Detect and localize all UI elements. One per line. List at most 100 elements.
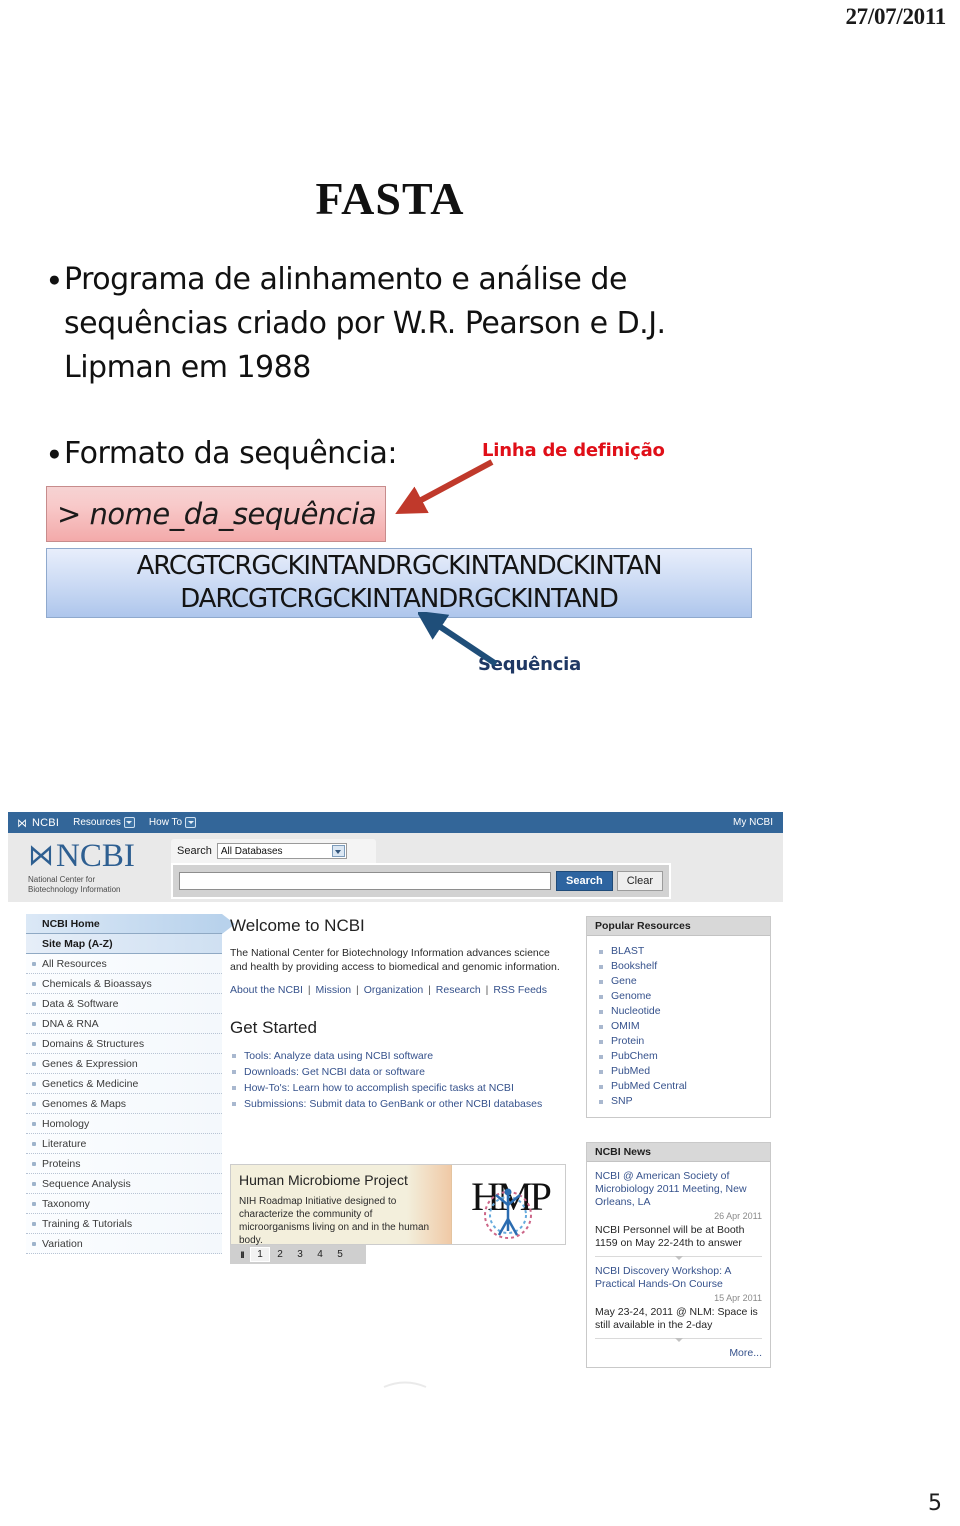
carousel-navigation[interactable]: II 12345 bbox=[230, 1245, 366, 1264]
popular-resource-snp[interactable]: SNP bbox=[595, 1094, 762, 1109]
about-link-rss-feeds[interactable]: RSS Feeds bbox=[493, 984, 547, 996]
carousel-description: NIH Roadmap Initiative designed to chara… bbox=[239, 1196, 430, 1246]
sidebar-item-label: All Resources bbox=[42, 957, 107, 970]
carousel-pages: 12345 bbox=[250, 1247, 350, 1262]
carousel-page-3[interactable]: 3 bbox=[290, 1247, 310, 1262]
welcome-heading: Welcome to NCBI bbox=[230, 916, 365, 935]
sidebar-item-domains-structures[interactable]: Domains & Structures bbox=[26, 1034, 222, 1054]
fasta-sequence-line-2: DARCGTCRGCKINTANDRGCKINTAND bbox=[180, 584, 619, 614]
chevron-down-icon bbox=[123, 817, 135, 828]
carousel-page-2[interactable]: 2 bbox=[270, 1247, 290, 1262]
get-started-item[interactable]: Downloads: Get NCBI data or software bbox=[230, 1064, 570, 1080]
sidebar-item-sequence-analysis[interactable]: Sequence Analysis bbox=[26, 1174, 222, 1194]
about-link-organization[interactable]: Organization bbox=[364, 984, 424, 996]
fasta-sequence-line-1: ARCGTCRGCKINTANDRGCKINTANDCKINTAN bbox=[136, 551, 663, 581]
about-link-research[interactable]: Research bbox=[436, 984, 481, 996]
sidebar-item-label: Taxonomy bbox=[42, 1197, 90, 1210]
carousel-title: Human Microbiome Project bbox=[239, 1172, 408, 1188]
about-links-row: About the NCBI | Mission | Organization … bbox=[230, 984, 570, 996]
sidebar-item-all-resources[interactable]: All Resources bbox=[26, 954, 222, 974]
fasta-sequence-box: ARCGTCRGCKINTANDRGCKINTANDCKINTAN DARCGT… bbox=[46, 548, 752, 618]
popular-resource-pubmed[interactable]: PubMed bbox=[595, 1064, 762, 1079]
bullet-text-2: Formato da sequência: bbox=[64, 436, 398, 471]
news-headline[interactable]: NCBI Discovery Workshop: A Practical Han… bbox=[595, 1265, 762, 1291]
sidebar-item-label: Genes & Expression bbox=[42, 1057, 138, 1070]
my-ncbi-link[interactable]: My NCBI bbox=[733, 817, 773, 828]
topbar-how-to-label: How To bbox=[148, 817, 183, 828]
bullet-text-1: Programa de alinhamento e análise de seq… bbox=[64, 262, 666, 385]
news-headline[interactable]: NCBI @ American Society of Microbiology … bbox=[595, 1170, 762, 1209]
popular-resource-gene[interactable]: Gene bbox=[595, 974, 762, 989]
news-more-link[interactable]: More... bbox=[595, 1347, 762, 1359]
sidebar-item-genomes-maps[interactable]: Genomes & Maps bbox=[26, 1094, 222, 1114]
about-link-mission[interactable]: Mission bbox=[316, 984, 352, 996]
get-started-item[interactable]: How-To's: Learn how to accomplish specif… bbox=[230, 1080, 570, 1096]
sidebar-item-taxonomy[interactable]: Taxonomy bbox=[26, 1194, 222, 1214]
popular-resource-blast[interactable]: BLAST bbox=[595, 944, 762, 959]
ncbi-news-list: NCBI @ American Society of Microbiology … bbox=[587, 1162, 770, 1367]
homepage-carousel[interactable]: Human Microbiome Project NIH Roadmap Ini… bbox=[230, 1164, 566, 1246]
sidebar-item-homology[interactable]: Homology bbox=[26, 1114, 222, 1134]
get-started-item[interactable]: Submissions: Submit data to GenBank or o… bbox=[230, 1096, 570, 1112]
ncbi-tagline-line2: Biotechnology Information bbox=[28, 885, 121, 894]
popular-resource-genome[interactable]: Genome bbox=[595, 989, 762, 1004]
topbar-resources-label: Resources bbox=[73, 817, 121, 828]
get-started-list: Tools: Analyze data using NCBI software D… bbox=[230, 1048, 570, 1112]
sidebar-item-genes-expression[interactable]: Genes & Expression bbox=[26, 1054, 222, 1074]
ncbi-dna-logo-icon: ⋈ bbox=[17, 815, 27, 830]
carousel-page-1[interactable]: 1 bbox=[250, 1247, 270, 1262]
sidebar-item-variation[interactable]: Variation bbox=[26, 1234, 222, 1254]
popular-resource-pubchem[interactable]: PubChem bbox=[595, 1049, 762, 1064]
ncbi-tagline: National Center for Biotechnology Inform… bbox=[28, 875, 148, 895]
carousel-page-5[interactable]: 5 bbox=[330, 1247, 350, 1262]
get-started-item[interactable]: Tools: Analyze data using NCBI software bbox=[230, 1048, 570, 1064]
sidebar-item-site-map-a-z[interactable]: Site Map (A-Z) bbox=[26, 934, 222, 954]
carousel-page-4[interactable]: 4 bbox=[310, 1247, 330, 1262]
popular-resource-bookshelf[interactable]: Bookshelf bbox=[595, 959, 762, 974]
topbar-resources-menu[interactable]: Resources bbox=[73, 817, 135, 828]
sidebar-item-proteins[interactable]: Proteins bbox=[26, 1154, 222, 1174]
sidebar-item-genetics-medicine[interactable]: Genetics & Medicine bbox=[26, 1074, 222, 1094]
about-link-about-the-ncbi[interactable]: About the NCBI bbox=[230, 984, 303, 996]
sidebar-item-ncbi-home[interactable]: NCBI Home bbox=[26, 914, 235, 934]
sidebar-item-data-software[interactable]: Data & Software bbox=[26, 994, 222, 1014]
search-database-tab: Search All Databases bbox=[171, 839, 376, 863]
fasta-definition-line-value: > nome_da_sequência bbox=[57, 497, 377, 531]
popular-resource-protein[interactable]: Protein bbox=[595, 1034, 762, 1049]
decorative-arc bbox=[383, 1381, 427, 1388]
sidebar-item-label: Variation bbox=[42, 1237, 83, 1250]
news-body: NCBI Personnel will be at Booth 1159 on … bbox=[595, 1224, 745, 1249]
sidebar-item-label: NCBI Home bbox=[42, 917, 100, 930]
ncbi-logo[interactable]: ⋈NCBI bbox=[26, 839, 135, 873]
bullet-dot-icon: ● bbox=[48, 268, 61, 291]
sidebar-item-label: Chemicals & Bioassays bbox=[42, 977, 152, 990]
popular-resource-omim[interactable]: OMIM bbox=[595, 1019, 762, 1034]
popular-resource-pubmed-central[interactable]: PubMed Central bbox=[595, 1079, 762, 1094]
sidebar-item-training-tutorials[interactable]: Training & Tutorials bbox=[26, 1214, 222, 1234]
news-body: May 23-24, 2011 @ NLM: Space is still av… bbox=[595, 1306, 758, 1331]
search-input[interactable] bbox=[179, 872, 551, 890]
welcome-paragraph: The National Center for Biotechnology In… bbox=[230, 947, 560, 973]
sidebar-item-dna-rna[interactable]: DNA & RNA bbox=[26, 1014, 222, 1034]
topbar-how-to-menu[interactable]: How To bbox=[148, 817, 197, 828]
sidebar-item-label: Literature bbox=[42, 1137, 87, 1150]
news-date: 15 Apr 2011 bbox=[714, 1293, 762, 1303]
ncbi-logo-text: NCBI bbox=[56, 838, 135, 874]
fasta-definition-line-box: > nome_da_sequência bbox=[46, 486, 386, 542]
sidebar-item-label: Training & Tutorials bbox=[42, 1217, 133, 1230]
link-separator: | bbox=[425, 984, 434, 996]
clear-button[interactable]: Clear bbox=[616, 871, 663, 891]
carousel-text-area: Human Microbiome Project NIH Roadmap Ini… bbox=[231, 1165, 451, 1246]
database-select-value: All Databases bbox=[220, 845, 283, 857]
slide-number: 5 bbox=[928, 1491, 942, 1516]
popular-resources-title: Popular Resources bbox=[587, 917, 770, 936]
sidebar-item-literature[interactable]: Literature bbox=[26, 1134, 222, 1154]
sidebar-item-chemicals-bioassays[interactable]: Chemicals & Bioassays bbox=[26, 974, 222, 994]
ncbi-website-screenshot: ⋈ NCBI Resources How To My NCBI ⋈NCBI Na… bbox=[8, 812, 783, 1377]
search-button[interactable]: Search bbox=[556, 871, 613, 891]
database-select[interactable]: All Databases bbox=[216, 843, 347, 859]
carousel-pause-button[interactable]: II bbox=[234, 1250, 250, 1260]
sidebar-item-label: Proteins bbox=[42, 1157, 81, 1170]
bullet-item-1: ● Programa de alinhamento e análise de s… bbox=[48, 258, 738, 390]
popular-resource-nucleotide[interactable]: Nucleotide bbox=[595, 1004, 762, 1019]
